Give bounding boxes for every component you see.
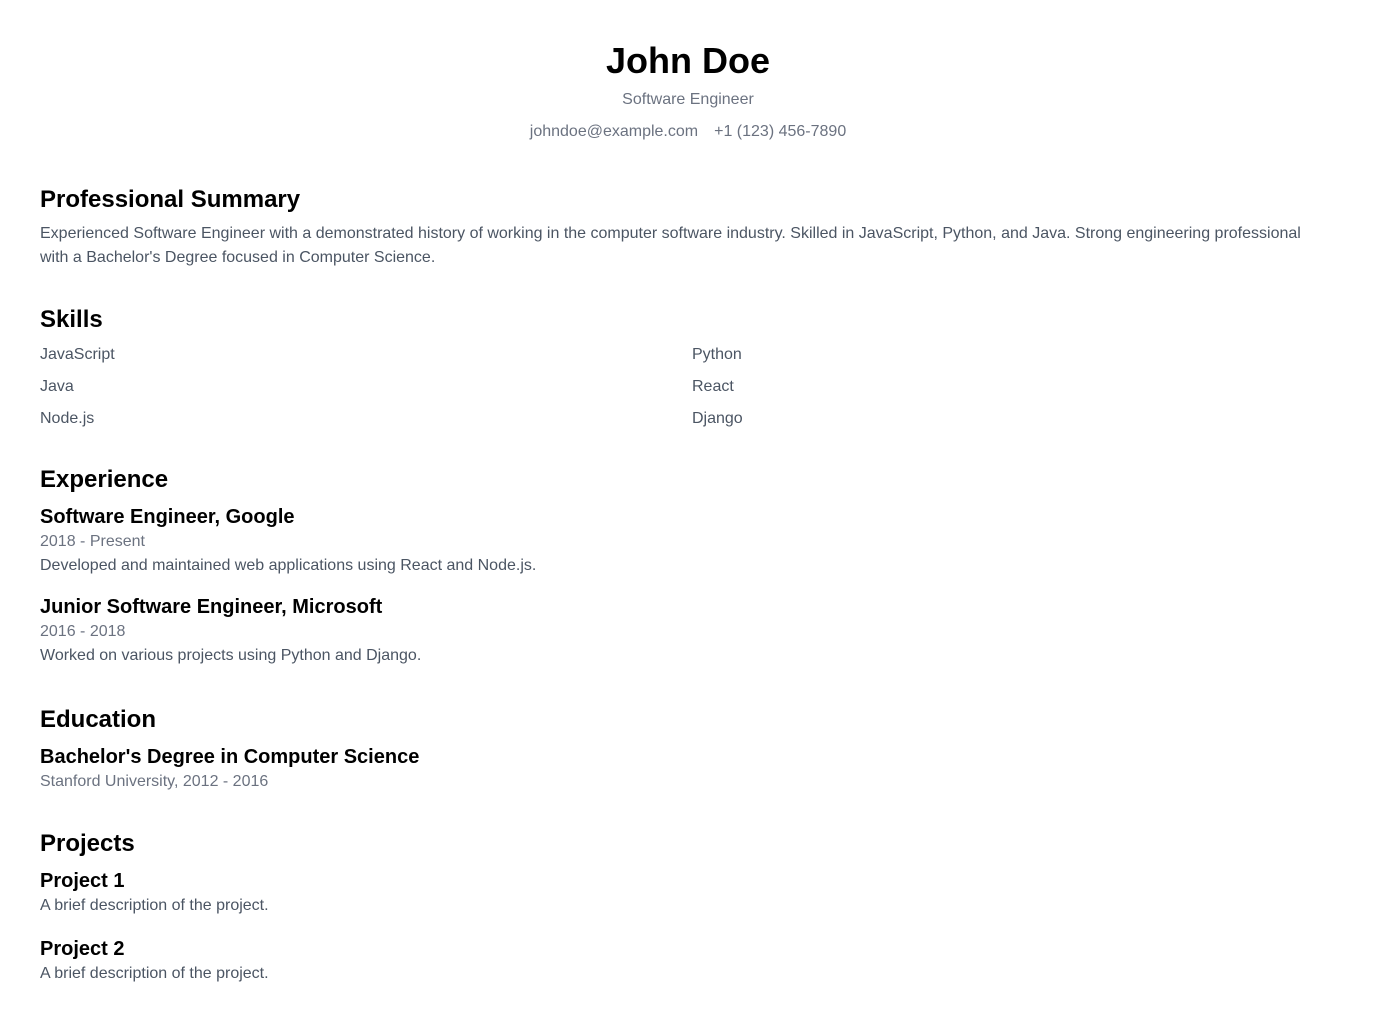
skill-item: Django <box>692 410 743 427</box>
skill-item: Java <box>40 378 74 395</box>
skill-item: Node.js <box>40 410 95 427</box>
skill-item: Python <box>692 346 742 363</box>
candidate-title: Software Engineer <box>622 91 754 108</box>
contact-info: johndoe@example.com +1 (123) 456-7890 <box>40 121 1336 143</box>
skills-grid: JavaScript Python Java React Node.js Dja… <box>40 343 1336 439</box>
experience-list: Software Engineer, Google 2018 - Present… <box>40 504 1336 668</box>
degree-detail: Stanford University, 2012 - 2016 <box>40 773 269 790</box>
resume-header: John Doe Software Engineer johndoe@examp… <box>40 40 1336 143</box>
candidate-name: John Doe <box>605 40 770 81</box>
summary-section: Professional Summary Experienced Softwar… <box>40 185 1336 270</box>
summary-text: Experienced Software Engineer with a dem… <box>40 225 1301 266</box>
experience-heading: Experience <box>40 466 169 493</box>
job-dates: 2016 - 2018 <box>40 623 126 640</box>
skills-section: Skills JavaScript Python Java React Node… <box>40 305 1336 439</box>
degree-title: Bachelor's Degree in Computer Science <box>40 746 420 768</box>
projects-list: Project 1 A brief description of the pro… <box>40 868 1336 986</box>
education-heading: Education <box>40 706 157 733</box>
education-section: Education Bachelor's Degree in Computer … <box>40 705 1336 794</box>
job-description: Worked on various projects using Python … <box>40 647 422 664</box>
job-dates: 2018 - Present <box>40 533 145 550</box>
summary-heading: Professional Summary <box>40 186 301 213</box>
experience-entry: Software Engineer, Google 2018 - Present… <box>40 504 1336 578</box>
email-text: johndoe@example.com <box>529 123 699 140</box>
experience-entry: Junior Software Engineer, Microsoft 2016… <box>40 594 1336 668</box>
project-entry: Project 1 A brief description of the pro… <box>40 868 1336 918</box>
phone-text: +1 (123) 456-7890 <box>714 123 847 140</box>
project-description: A brief description of the project. <box>40 897 269 914</box>
job-title: Software Engineer, Google <box>40 506 295 528</box>
projects-section: Projects Project 1 A brief description o… <box>40 829 1336 986</box>
projects-heading: Projects <box>40 830 135 857</box>
education-list: Bachelor's Degree in Computer Science St… <box>40 744 1336 794</box>
job-title: Junior Software Engineer, Microsoft <box>40 596 383 618</box>
education-entry: Bachelor's Degree in Computer Science St… <box>40 744 1336 794</box>
project-entry: Project 2 A brief description of the pro… <box>40 936 1336 986</box>
project-title: Project 2 <box>40 938 125 960</box>
project-title: Project 1 <box>40 870 125 892</box>
job-description: Developed and maintained web application… <box>40 557 537 574</box>
project-description: A brief description of the project. <box>40 965 269 982</box>
skill-item: React <box>692 378 734 395</box>
skill-item: JavaScript <box>40 346 115 363</box>
skills-heading: Skills <box>40 306 103 333</box>
experience-section: Experience Software Engineer, Google 201… <box>40 465 1336 668</box>
